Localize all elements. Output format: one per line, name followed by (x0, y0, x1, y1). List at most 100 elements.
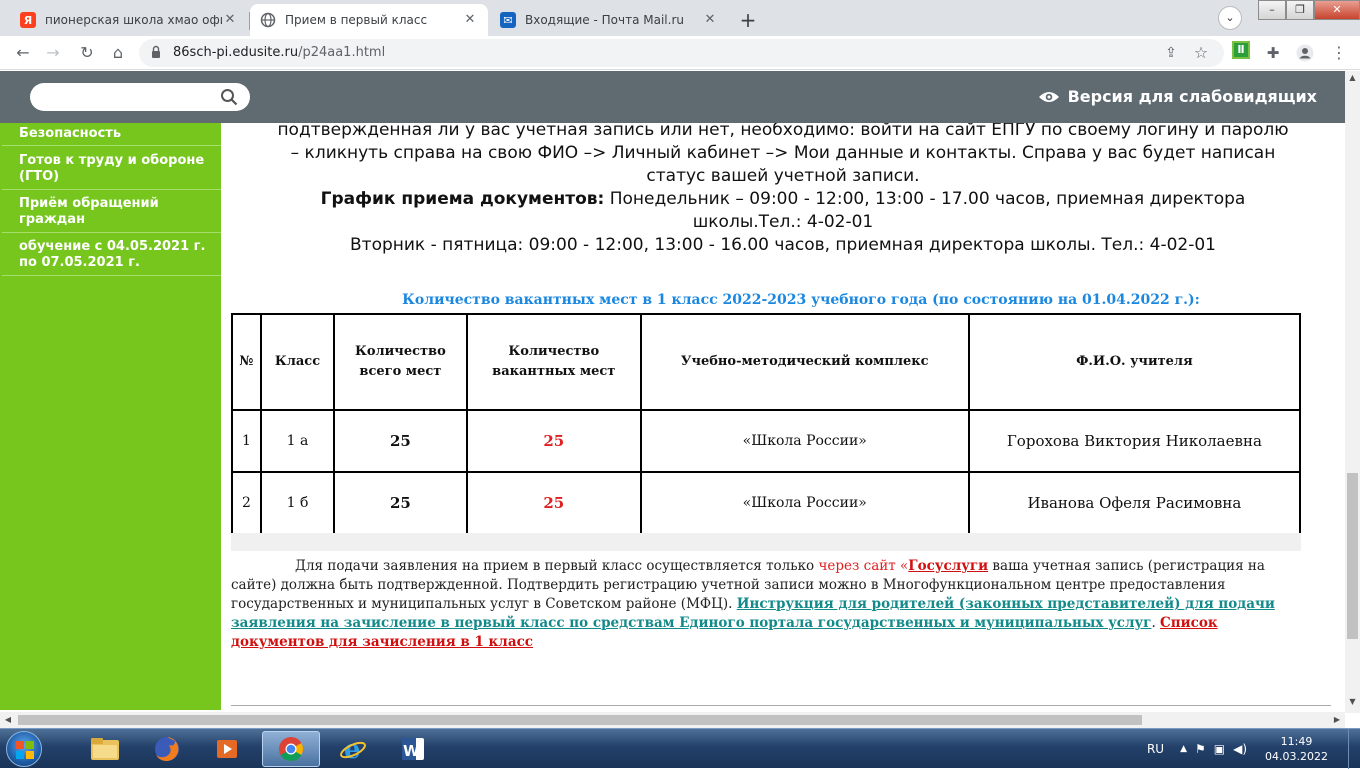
cell-complex: «Школа России» (639, 471, 970, 535)
cell-number: 2 (231, 471, 262, 535)
taskbar-explorer[interactable] (76, 731, 134, 767)
col-header-teacher: Ф.И.О. учителя (967, 313, 1302, 411)
language-indicator[interactable]: RU (1147, 742, 1164, 756)
clock-date: 04.03.2022 (1265, 750, 1328, 763)
tab-yandex[interactable]: Я пионерская школа хмао официальн ✕ (10, 4, 248, 36)
volume-icon[interactable]: ◀) (1233, 742, 1247, 756)
cell-teacher: Горохова Виктория Николаевна (967, 409, 1302, 473)
extension-icon[interactable]: Ⅱ (1232, 41, 1250, 59)
system-tray: RU ▲ ⚑ ▣ ◀) 11:49 04.03.2022 (1147, 729, 1360, 769)
minimize-button[interactable]: – (1258, 0, 1286, 20)
site-search-input[interactable] (30, 83, 250, 111)
url-path: /p24aa1.html (298, 45, 386, 60)
nav-item-training[interactable]: обучение с 04.05.2021 г. по 07.05.2021 г… (2, 233, 221, 276)
notice-text: . (1151, 615, 1161, 631)
intro-text: подтвержденная ли у вас учетная запись и… (221, 123, 1345, 257)
clock-time: 11:49 (1280, 735, 1313, 748)
vacancy-title: Количество вакантных мест в 1 класс 2022… (402, 292, 1200, 308)
tab-mail[interactable]: ✉ Входящие - Почта Mail.ru ✕ (490, 4, 728, 36)
word-icon: W (402, 738, 424, 760)
col-header-number: № (231, 313, 262, 411)
close-icon[interactable]: ✕ (222, 12, 238, 28)
schedule-line: школы.Тел.: 4-02-01 (692, 212, 874, 232)
share-icon[interactable]: ⇪ (1158, 40, 1184, 66)
tab-strip: Я пионерская школа хмао официальн ✕ Прие… (0, 0, 1360, 36)
col-header-vacant: Количество вакантных мест (465, 313, 642, 411)
extensions-puzzle-icon[interactable]: ✚ (1260, 40, 1286, 66)
cell-complex: «Школа России» (639, 409, 970, 473)
cell-vacant: 25 (465, 471, 642, 535)
vertical-scrollbar[interactable]: ▲ ▼ (1345, 71, 1360, 713)
reload-icon[interactable]: ↻ (74, 40, 100, 66)
globe-icon (260, 12, 276, 28)
low-vision-label: Версия для слабовидящих (1067, 87, 1317, 106)
clock[interactable]: 11:49 04.03.2022 (1265, 734, 1328, 764)
flag-icon[interactable]: ⚑ (1195, 742, 1206, 756)
table-row: 2 1 б 25 25 «Школа России» Иванова Офеля… (231, 471, 1302, 535)
nav-item-appeals[interactable]: Приём обращений граждан (2, 190, 221, 233)
tray-expand-icon[interactable]: ▲ (1180, 744, 1187, 754)
side-navigation: Безопасность Готов к труду и обороне (ГТ… (0, 123, 221, 710)
menu-kebab-icon[interactable]: ⋮ (1326, 40, 1352, 66)
vacancy-table: № Класс Количество всего мест Количество… (231, 313, 1302, 535)
close-icon[interactable]: ✕ (462, 12, 478, 28)
scroll-up-arrow-icon[interactable]: ▲ (1345, 73, 1360, 87)
gosuslugi-link[interactable]: Госуслуги (908, 558, 988, 574)
start-button[interactable] (6, 731, 42, 767)
notice-red-text: через сайт « (818, 558, 909, 574)
forward-arrow-icon[interactable]: → (40, 40, 66, 66)
windows-logo-icon (16, 741, 34, 759)
scroll-down-arrow-icon[interactable]: ▼ (1345, 697, 1360, 711)
maximize-button[interactable]: ❐ (1286, 0, 1314, 20)
cell-class: 1 б (260, 471, 335, 535)
cell-class: 1 а (260, 409, 335, 473)
back-arrow-icon[interactable]: ← (10, 40, 36, 66)
horizontal-scrollbar[interactable]: ◀ ▶ (0, 712, 1345, 728)
new-tab-button[interactable]: + (734, 6, 762, 34)
taskbar-word[interactable]: W (384, 731, 442, 767)
col-header-total: Количество всего мест (333, 313, 468, 411)
bookmark-star-icon[interactable]: ☆ (1188, 40, 1214, 66)
windows-taskbar: e W RU ▲ ⚑ ▣ ◀) 11:49 04.03.2022 (0, 728, 1360, 769)
intro-line: – кликнуть справа на свою ФИО –> Личный … (290, 143, 1276, 163)
url-host: 86sch-pi.edusite.ru (173, 45, 299, 60)
window-controls: – ❐ ✕ (1258, 0, 1360, 22)
tab-priem[interactable]: Прием в первый класс ✕ (250, 4, 488, 36)
yandex-icon: Я (20, 12, 36, 28)
search-icon[interactable] (220, 88, 238, 106)
low-vision-version-link[interactable]: Версия для слабовидящих (1038, 87, 1317, 106)
home-icon[interactable]: ⌂ (105, 40, 131, 66)
browser-toolbar: ← → ↻ ⌂ 86sch-pi.edusite.ru/p24aa1.html … (0, 36, 1360, 70)
show-desktop-button[interactable] (1348, 729, 1360, 769)
nav-item-security[interactable]: Безопасность (2, 123, 221, 146)
scroll-right-arrow-icon[interactable]: ▶ (1329, 712, 1345, 728)
eye-icon (1038, 91, 1059, 102)
svg-text:W: W (403, 742, 420, 760)
taskbar-chrome[interactable] (262, 731, 320, 767)
notice-text: Для подачи заявления на прием в первый к… (295, 558, 819, 574)
close-window-button[interactable]: ✕ (1314, 0, 1360, 20)
close-icon[interactable]: ✕ (702, 12, 718, 28)
internet-explorer-icon: e (340, 735, 366, 763)
col-header-class: Класс (260, 313, 335, 411)
col-header-complex: Учебно-методический комплекс (639, 313, 970, 411)
site-top-bar: Версия для слабовидящих (0, 71, 1345, 123)
tab-search-chevron-icon[interactable]: ⌄ (1218, 6, 1242, 30)
mail-icon: ✉ (500, 12, 516, 28)
vertical-scroll-thumb[interactable] (1347, 473, 1358, 639)
profile-avatar-icon[interactable] (1292, 40, 1318, 66)
taskbar-ie[interactable]: e (324, 731, 382, 767)
address-bar[interactable]: 86sch-pi.edusite.ru/p24aa1.html (139, 39, 1224, 67)
nav-item-gto[interactable]: Готов к труду и обороне (ГТО) (2, 146, 221, 190)
network-icon[interactable]: ▣ (1214, 742, 1225, 756)
intro-line: статус вашей учетной записи. (646, 166, 920, 186)
tab-title: пионерская школа хмао официальн (45, 13, 222, 27)
schedule-monday: Понедельник – 09:00 - 12:00, 13:00 - 17.… (604, 189, 1246, 209)
taskbar-firefox[interactable] (138, 731, 196, 767)
scroll-left-arrow-icon[interactable]: ◀ (0, 712, 16, 728)
schedule-label: График приема документов: (320, 189, 605, 209)
horizontal-scroll-thumb[interactable] (18, 715, 1142, 725)
taskbar-media-player[interactable] (198, 731, 256, 767)
intro-line: подтвержденная ли у вас учетная запись и… (277, 123, 1289, 140)
table-row: 1 1 а 25 25 «Школа России» Горохова Викт… (231, 409, 1302, 473)
